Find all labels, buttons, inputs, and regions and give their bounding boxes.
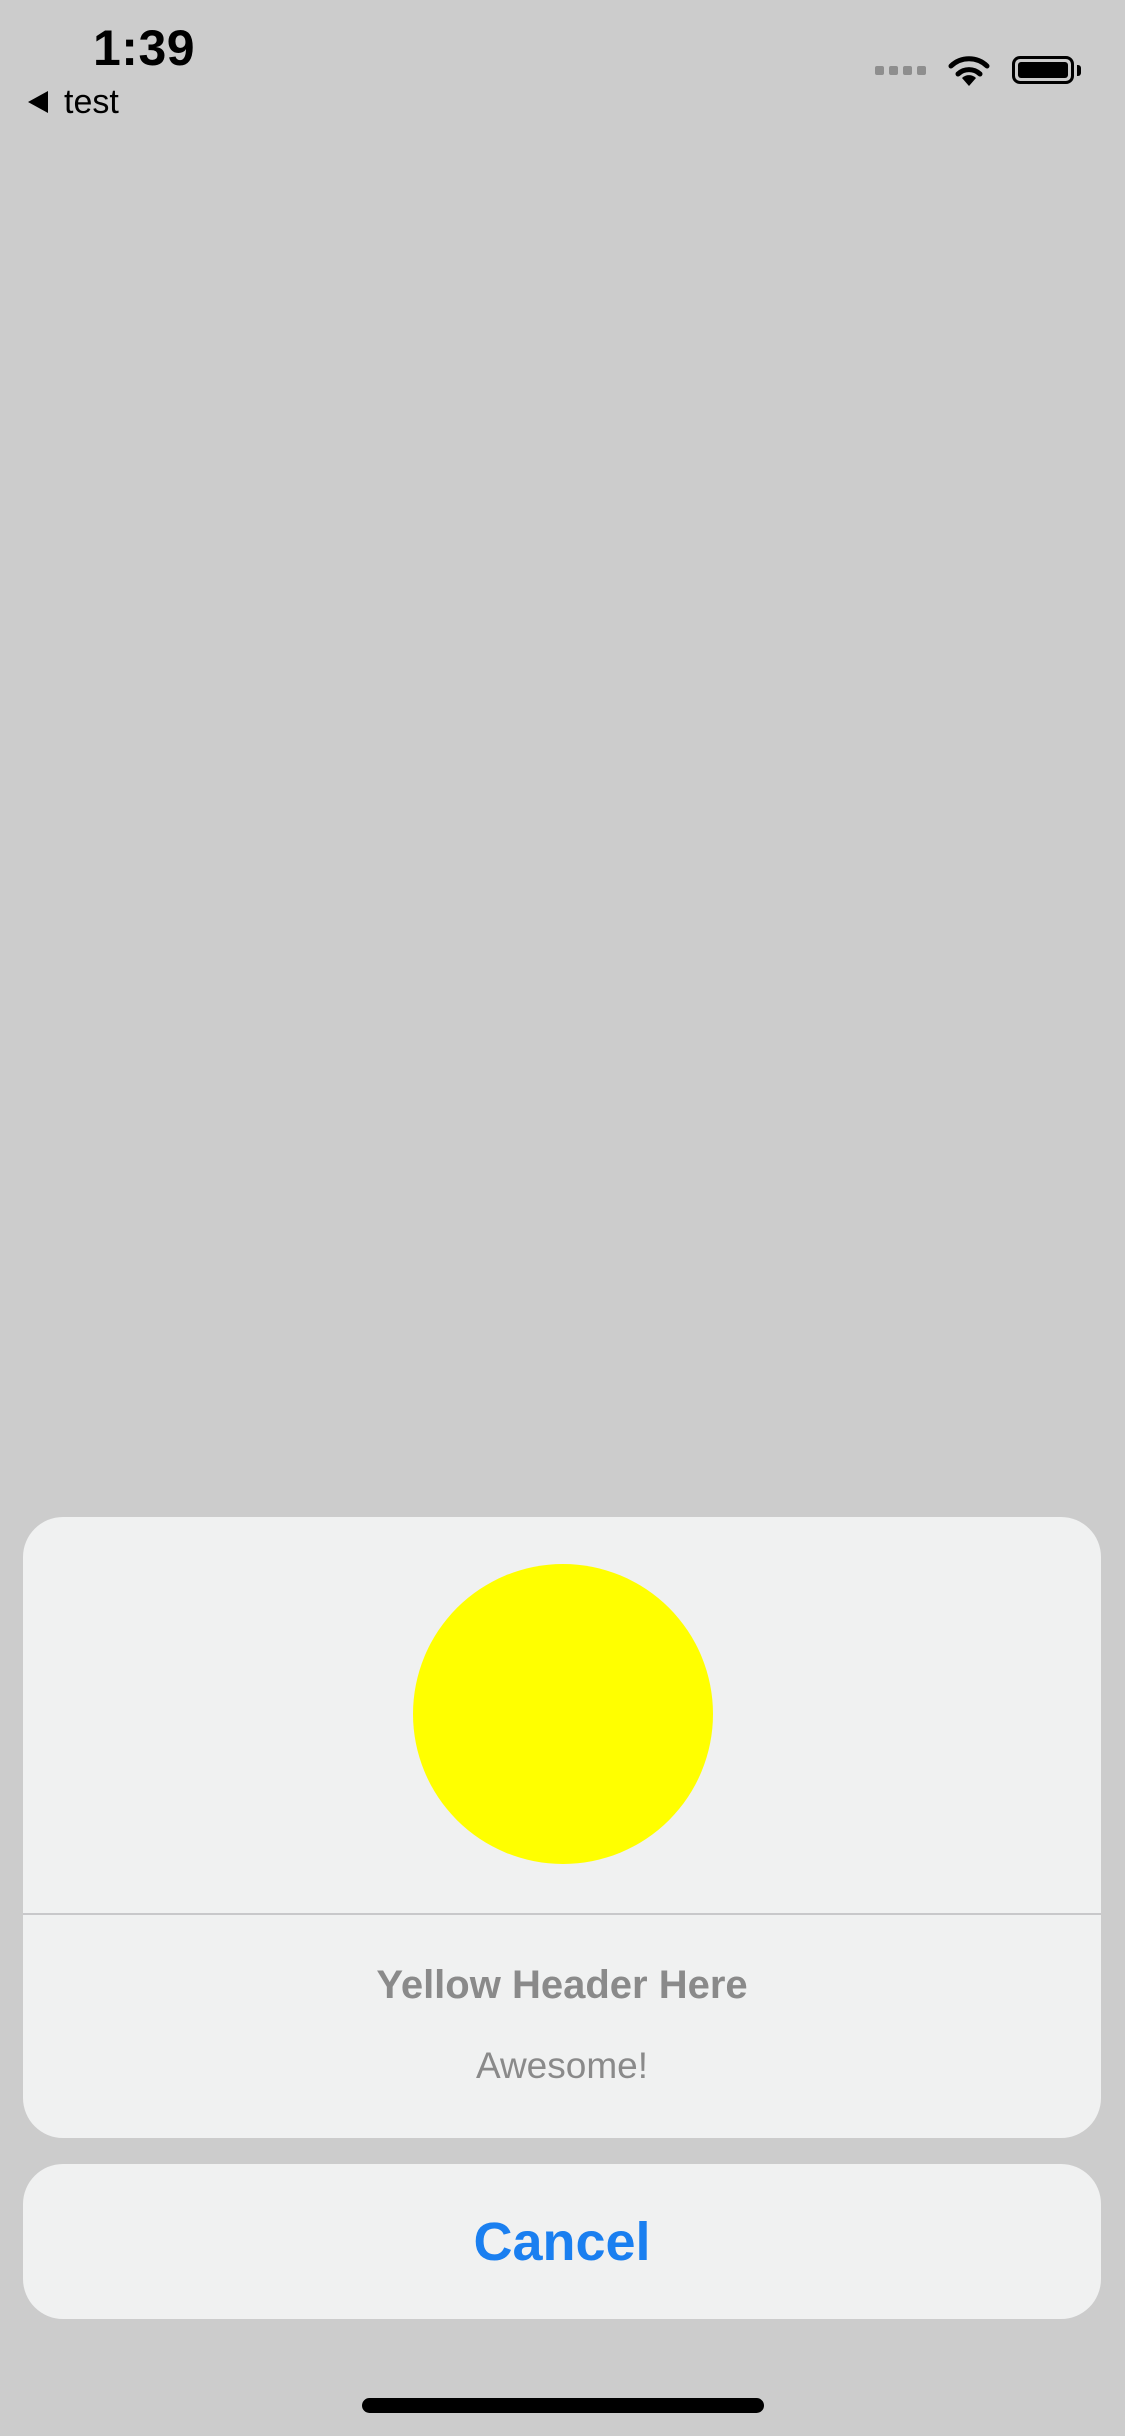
yellow-circle-image: [413, 1564, 713, 1864]
cancel-button-label: Cancel: [473, 2211, 651, 2272]
action-sheet-message: Awesome!: [475, 2045, 649, 2086]
cancel-button[interactable]: Cancel: [23, 2164, 1101, 2319]
home-indicator[interactable]: [362, 2398, 764, 2413]
action-sheet: Yellow Header Here Awesome!: [23, 1517, 1101, 2138]
action-sheet-title: Yellow Header Here: [376, 1963, 748, 2007]
cellular-signal-icon: [875, 65, 926, 75]
wifi-icon: [948, 56, 990, 86]
back-to-app-button[interactable]: test: [28, 80, 119, 124]
action-sheet-header: [23, 1517, 1101, 1913]
back-app-label: test: [64, 83, 119, 121]
action-sheet-divider: [23, 1913, 1101, 1915]
status-icons: [875, 50, 1081, 90]
battery-icon: [1012, 56, 1081, 84]
back-arrow-icon: [28, 91, 48, 113]
status-bar-time: 1:39: [93, 20, 196, 76]
